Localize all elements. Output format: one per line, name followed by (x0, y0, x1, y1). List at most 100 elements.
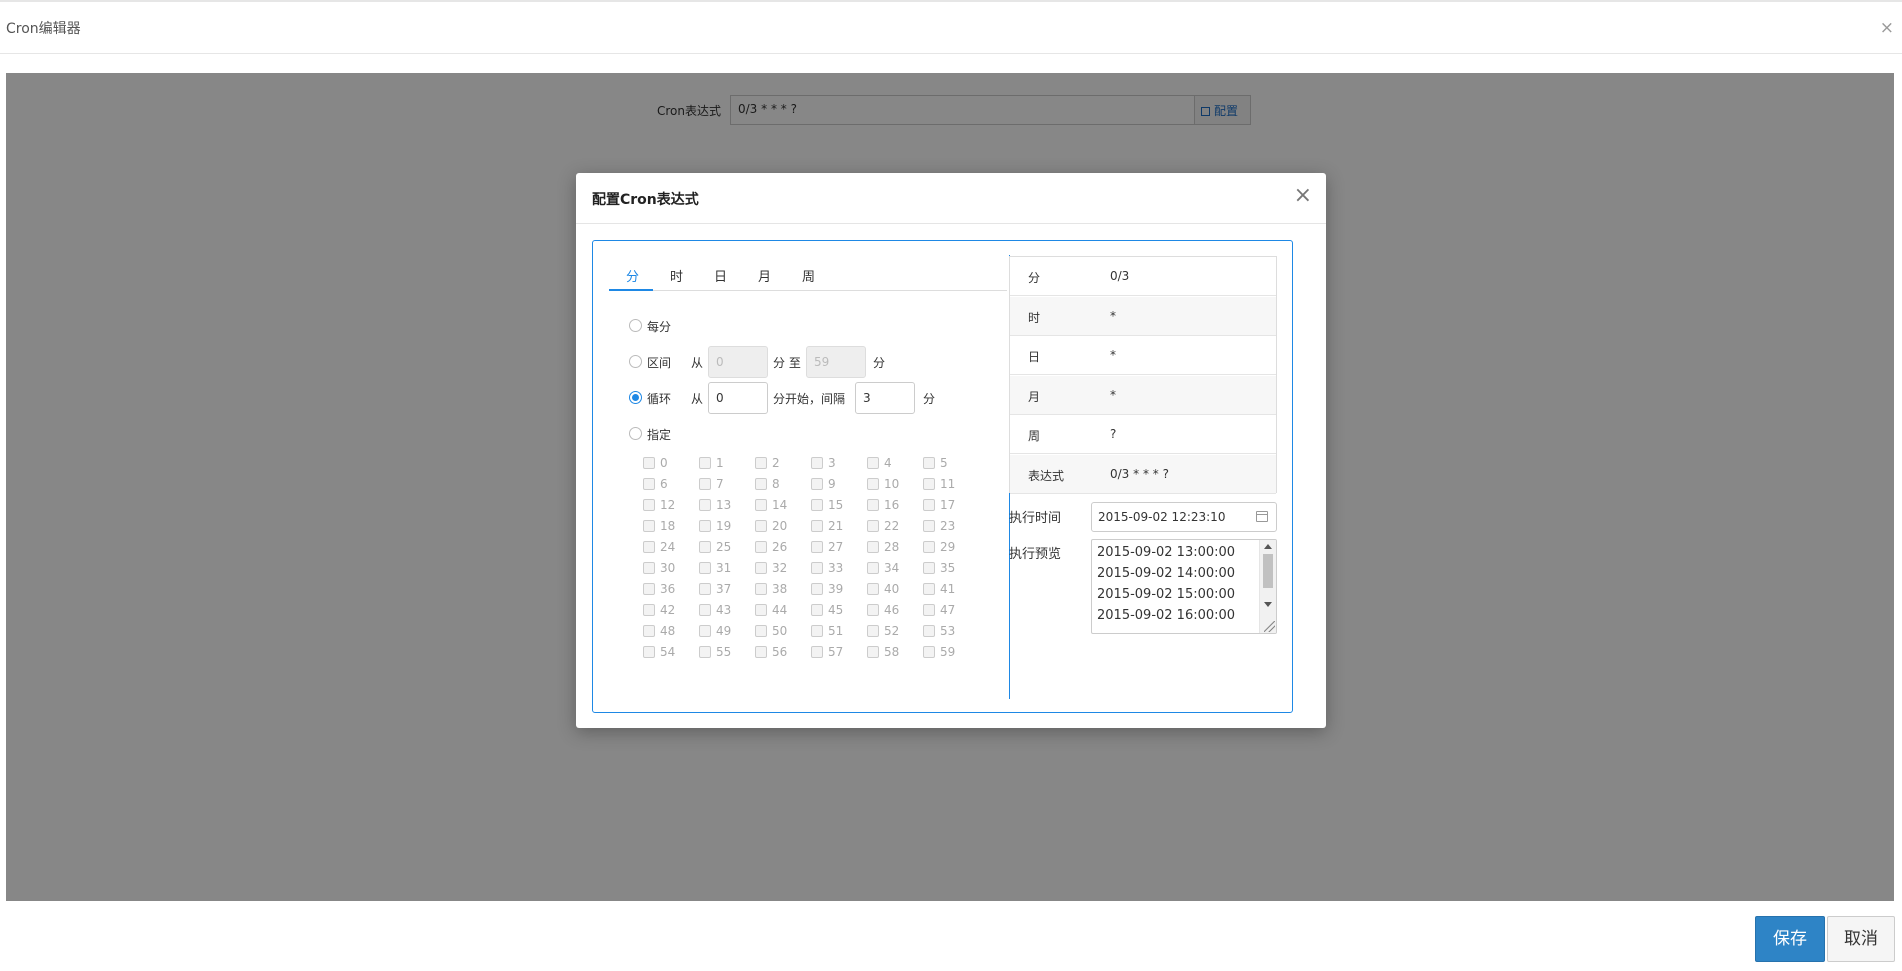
minute-checkbox[interactable]: 3 (811, 454, 871, 474)
minute-checkbox[interactable]: 5 (923, 454, 983, 474)
checkbox-box[interactable] (699, 478, 711, 490)
checkbox-box[interactable] (923, 478, 935, 490)
minute-checkbox[interactable]: 52 (867, 622, 927, 642)
minute-checkbox[interactable]: 24 (643, 538, 703, 558)
minute-checkbox[interactable]: 23 (923, 517, 983, 537)
minute-checkbox[interactable]: 26 (755, 538, 815, 558)
minute-checkbox[interactable]: 56 (755, 643, 815, 663)
checkbox-box[interactable] (811, 562, 823, 574)
checkbox-box[interactable] (867, 499, 879, 511)
checkbox-box[interactable] (923, 583, 935, 595)
checkbox-box[interactable] (755, 583, 767, 595)
minute-checkbox[interactable]: 13 (699, 496, 759, 516)
minute-checkbox[interactable]: 27 (811, 538, 871, 558)
checkbox-box[interactable] (923, 562, 935, 574)
checkbox-box[interactable] (923, 604, 935, 616)
exec-preview-textarea[interactable]: 2015-09-02 13:00:00 2015-09-02 14:00:00 … (1091, 539, 1277, 634)
minute-checkbox[interactable]: 53 (923, 622, 983, 642)
checkbox-box[interactable] (699, 562, 711, 574)
minute-checkbox[interactable]: 2 (755, 454, 815, 474)
checkbox-box[interactable] (699, 457, 711, 469)
minute-checkbox[interactable]: 22 (867, 517, 927, 537)
minute-checkbox[interactable]: 6 (643, 475, 703, 495)
save-button[interactable]: 保存 (1755, 916, 1825, 962)
checkbox-box[interactable] (811, 478, 823, 490)
minute-checkbox[interactable]: 40 (867, 580, 927, 600)
minute-checkbox[interactable]: 38 (755, 580, 815, 600)
checkbox-box[interactable] (643, 604, 655, 616)
checkbox-box[interactable] (867, 625, 879, 637)
checkbox-box[interactable] (643, 457, 655, 469)
checkbox-box[interactable] (867, 583, 879, 595)
checkbox-box[interactable] (755, 457, 767, 469)
checkbox-box[interactable] (755, 520, 767, 532)
loop-interval-input[interactable]: 3 (855, 382, 915, 414)
minute-checkbox[interactable]: 35 (923, 559, 983, 579)
checkbox-box[interactable] (755, 646, 767, 658)
minute-checkbox[interactable]: 28 (867, 538, 927, 558)
checkbox-box[interactable] (923, 541, 935, 553)
checkbox-box[interactable] (867, 478, 879, 490)
checkbox-box[interactable] (755, 604, 767, 616)
checkbox-box[interactable] (811, 541, 823, 553)
scroll-thumb[interactable] (1263, 554, 1273, 588)
checkbox-box[interactable] (643, 646, 655, 658)
minute-checkbox[interactable]: 33 (811, 559, 871, 579)
minute-checkbox[interactable]: 48 (643, 622, 703, 642)
checkbox-box[interactable] (643, 478, 655, 490)
checkbox-box[interactable] (755, 541, 767, 553)
minute-checkbox[interactable]: 37 (699, 580, 759, 600)
minute-checkbox[interactable]: 15 (811, 496, 871, 516)
tab-week[interactable]: 周 (802, 266, 815, 285)
checkbox-box[interactable] (699, 583, 711, 595)
radio-specify[interactable] (629, 427, 642, 440)
loop-start-input[interactable]: 0 (708, 382, 768, 414)
radio-loop[interactable] (629, 391, 642, 404)
tab-minute[interactable]: 分 (626, 266, 639, 285)
scroll-down-icon[interactable] (1264, 602, 1272, 607)
checkbox-box[interactable] (699, 604, 711, 616)
checkbox-box[interactable] (643, 562, 655, 574)
range-end-input[interactable]: 59 (806, 346, 866, 378)
preview-scrollbar[interactable] (1259, 540, 1276, 633)
checkbox-box[interactable] (699, 520, 711, 532)
range-start-input[interactable]: 0 (708, 346, 768, 378)
minute-checkbox[interactable]: 42 (643, 601, 703, 621)
minute-checkbox[interactable]: 47 (923, 601, 983, 621)
minute-checkbox[interactable]: 34 (867, 559, 927, 579)
checkbox-box[interactable] (923, 520, 935, 532)
minute-checkbox[interactable]: 57 (811, 643, 871, 663)
minute-checkbox[interactable]: 11 (923, 475, 983, 495)
window-close-icon[interactable]: × (1880, 18, 1894, 38)
minute-checkbox[interactable]: 17 (923, 496, 983, 516)
minute-checkbox[interactable]: 55 (699, 643, 759, 663)
minute-checkbox[interactable]: 29 (923, 538, 983, 558)
checkbox-box[interactable] (755, 478, 767, 490)
minute-checkbox[interactable]: 12 (643, 496, 703, 516)
checkbox-box[interactable] (811, 499, 823, 511)
checkbox-box[interactable] (643, 520, 655, 532)
minute-checkbox[interactable]: 7 (699, 475, 759, 495)
minute-checkbox[interactable]: 9 (811, 475, 871, 495)
minute-checkbox[interactable]: 45 (811, 601, 871, 621)
checkbox-box[interactable] (811, 625, 823, 637)
minute-checkbox[interactable]: 25 (699, 538, 759, 558)
minute-checkbox[interactable]: 21 (811, 517, 871, 537)
checkbox-box[interactable] (923, 646, 935, 658)
minute-checkbox[interactable]: 8 (755, 475, 815, 495)
checkbox-box[interactable] (811, 457, 823, 469)
minute-checkbox[interactable]: 44 (755, 601, 815, 621)
checkbox-box[interactable] (643, 625, 655, 637)
minute-checkbox[interactable]: 51 (811, 622, 871, 642)
cancel-button[interactable]: 取消 (1827, 916, 1895, 962)
checkbox-box[interactable] (643, 499, 655, 511)
tab-day[interactable]: 日 (714, 266, 727, 285)
minute-checkbox[interactable]: 14 (755, 496, 815, 516)
checkbox-box[interactable] (643, 583, 655, 595)
checkbox-box[interactable] (867, 646, 879, 658)
checkbox-box[interactable] (923, 625, 935, 637)
minute-checkbox[interactable]: 30 (643, 559, 703, 579)
checkbox-box[interactable] (755, 499, 767, 511)
minute-checkbox[interactable]: 39 (811, 580, 871, 600)
checkbox-box[interactable] (867, 541, 879, 553)
